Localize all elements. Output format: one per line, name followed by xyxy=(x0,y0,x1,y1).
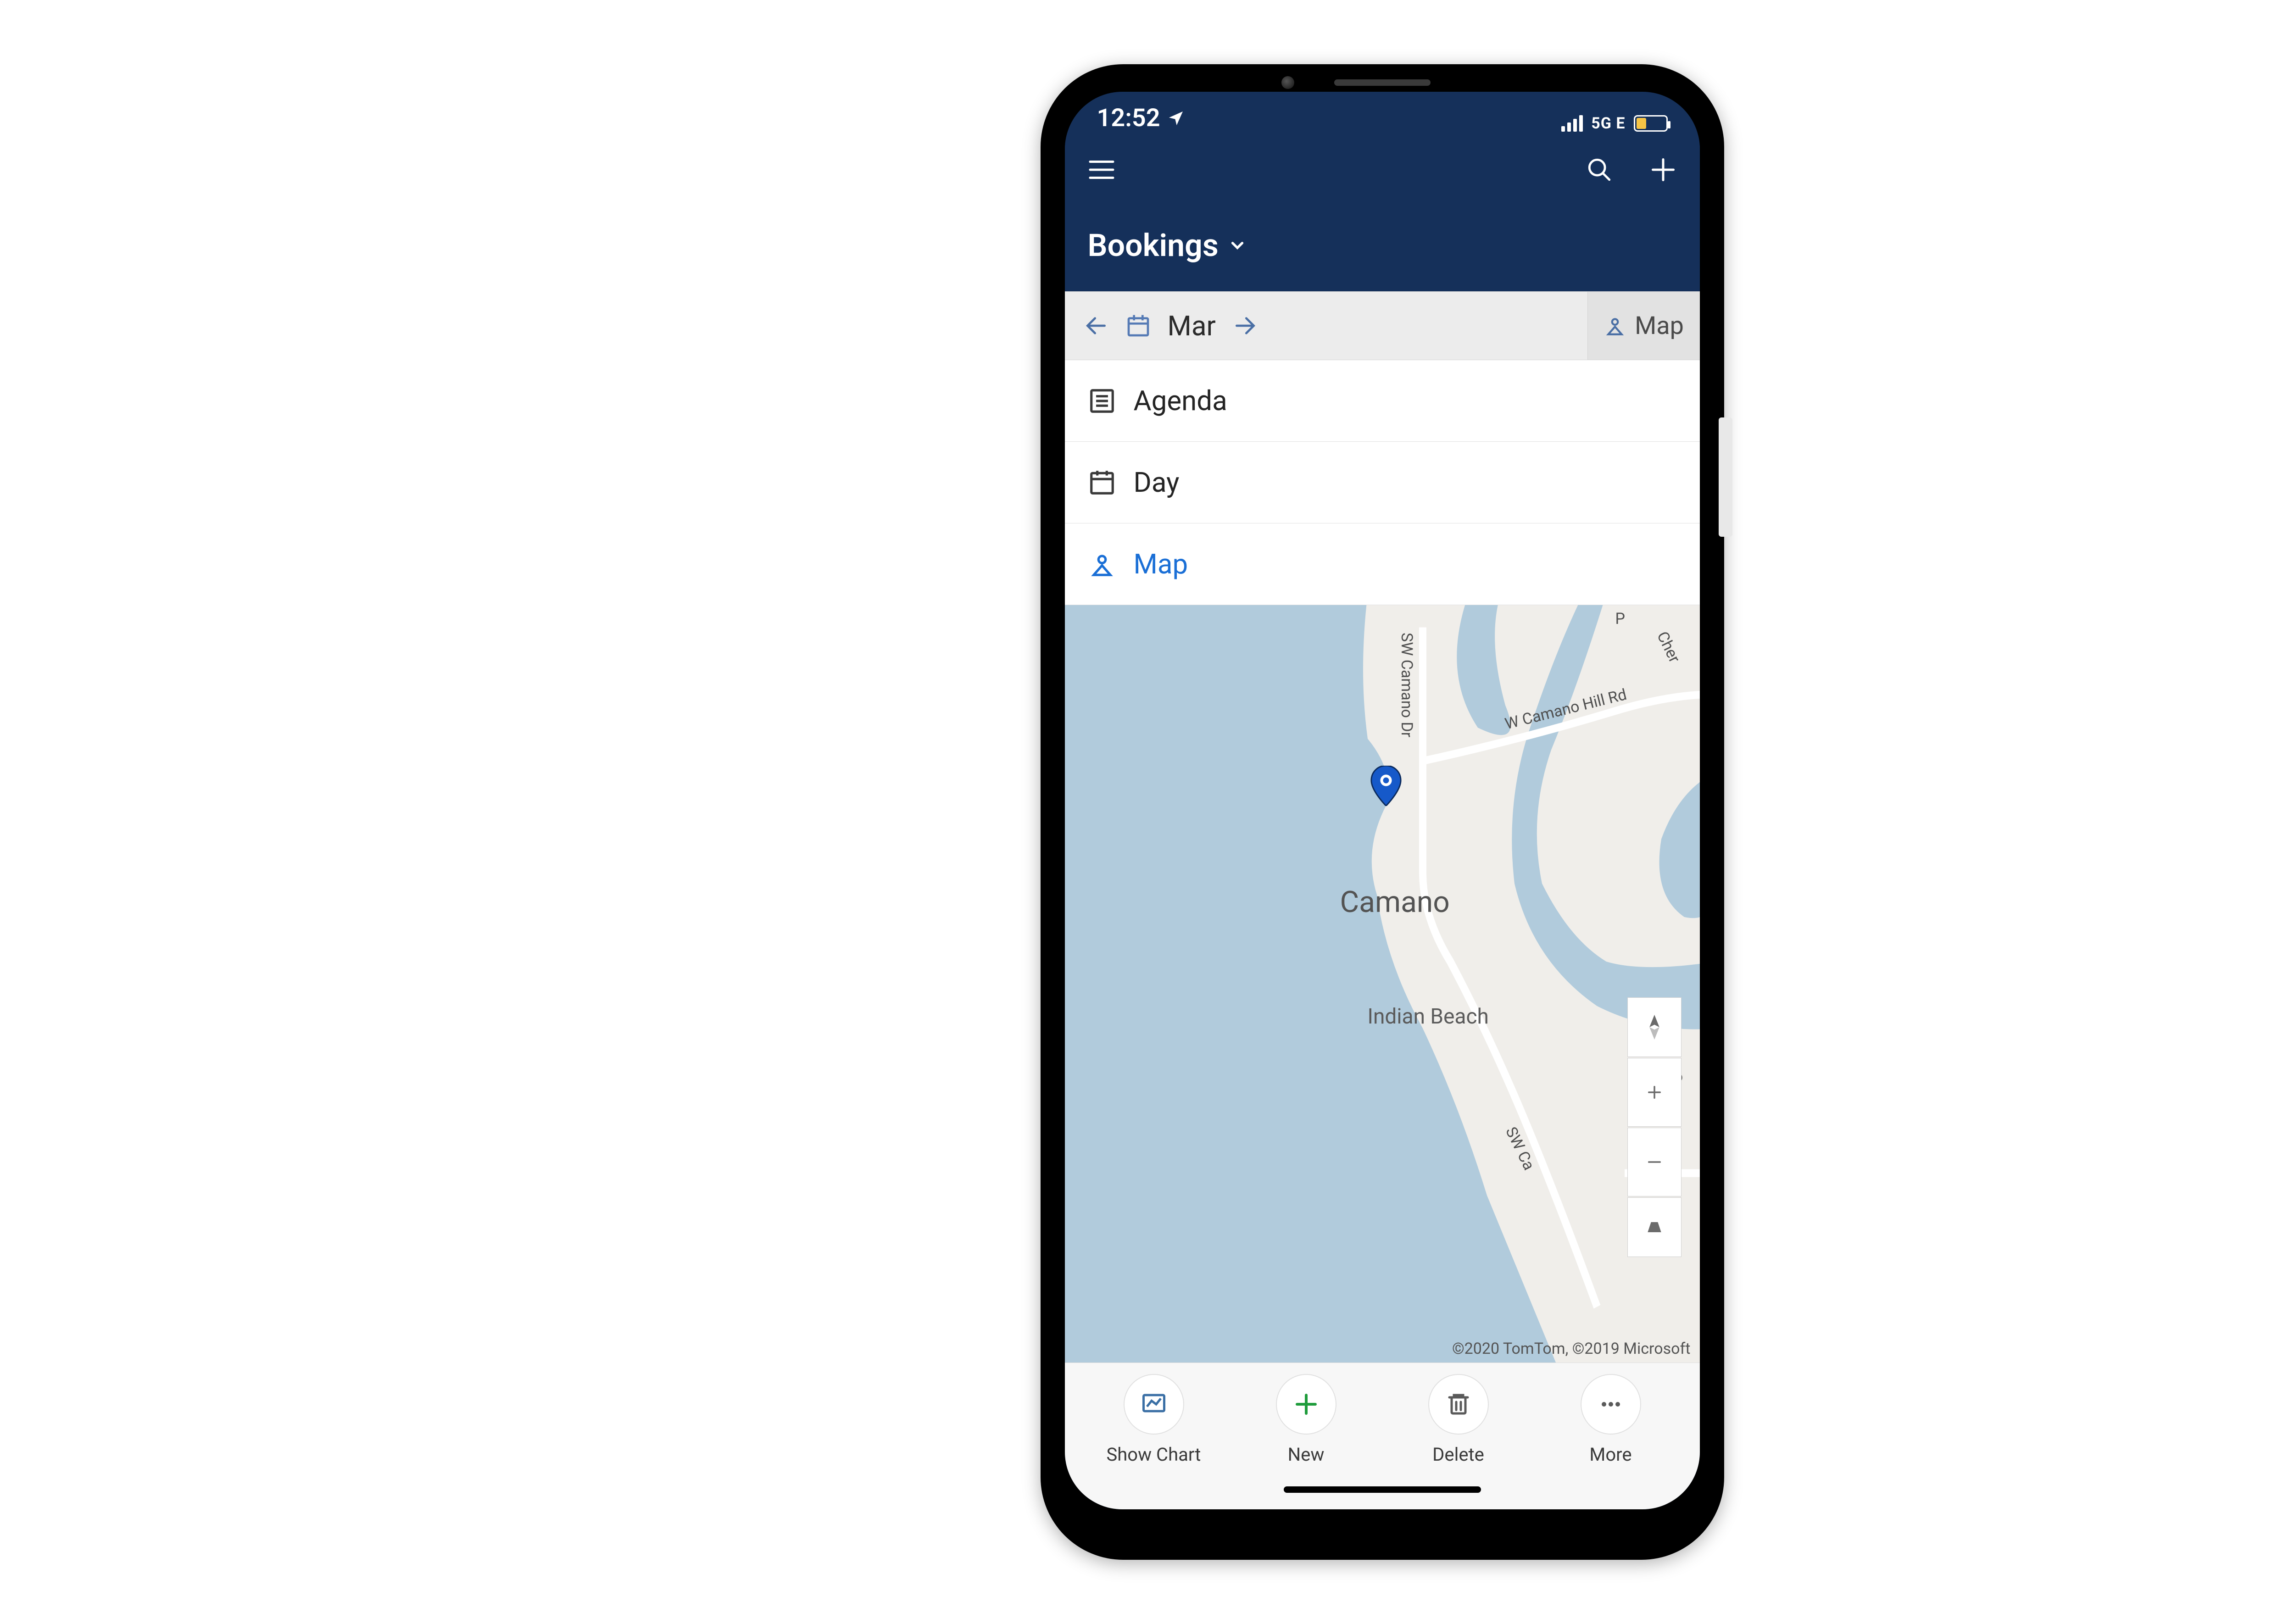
page-title: Bookings xyxy=(1088,227,1219,264)
command-label: Show Chart xyxy=(1106,1444,1201,1465)
map-attribution: ©2020 TomTom, ©2019 Microsoft xyxy=(1452,1340,1691,1358)
new-button[interactable]: New xyxy=(1233,1374,1379,1465)
view-option-label: Map xyxy=(1134,548,1188,580)
map-place-label: Camano xyxy=(1340,885,1450,919)
map-zoom-out-button[interactable] xyxy=(1627,1128,1682,1196)
map-marker[interactable] xyxy=(1370,766,1402,807)
chart-icon xyxy=(1140,1390,1168,1418)
command-label: New xyxy=(1288,1444,1325,1465)
map-place-label: Indian Beach xyxy=(1368,1004,1489,1029)
status-time: 12:52 xyxy=(1097,104,1160,133)
map-toggle-label: Map xyxy=(1635,311,1684,340)
day-icon xyxy=(1088,468,1116,497)
show-chart-button[interactable]: Show Chart xyxy=(1080,1374,1227,1465)
status-bar: 12:52 5G E xyxy=(1065,92,1700,135)
chevron-down-icon xyxy=(1228,236,1247,255)
view-option-agenda[interactable]: Agenda xyxy=(1065,360,1700,442)
map-icon xyxy=(1088,550,1116,578)
map-pin-icon xyxy=(1604,314,1626,337)
view-option-map[interactable]: Map xyxy=(1065,523,1700,605)
add-button[interactable] xyxy=(1649,156,1677,184)
map-road-label: SW Camano Dr xyxy=(1398,633,1416,737)
map-toggle-button[interactable]: Map xyxy=(1587,292,1700,360)
view-option-label: Agenda xyxy=(1134,384,1227,417)
command-label: Delete xyxy=(1432,1444,1484,1465)
map-orientation-button[interactable] xyxy=(1627,997,1682,1057)
agenda-icon xyxy=(1088,387,1116,415)
view-option-day[interactable]: Day xyxy=(1065,442,1700,523)
location-services-icon xyxy=(1167,109,1185,128)
home-indicator[interactable] xyxy=(1284,1486,1481,1493)
month-toolbar: Mar Map xyxy=(1065,291,1700,360)
more-button[interactable]: More xyxy=(1537,1374,1684,1465)
phone-power-button xyxy=(1719,417,1732,537)
view-option-label: Day xyxy=(1134,466,1180,499)
app-header: Bookings xyxy=(1065,135,1700,291)
command-label: More xyxy=(1589,1444,1631,1465)
hamburger-menu-button[interactable] xyxy=(1088,159,1115,181)
map-controls xyxy=(1627,997,1682,1257)
phone-screen: 12:52 5G E xyxy=(1065,92,1700,1509)
calendar-icon[interactable] xyxy=(1125,313,1151,339)
phone-notch xyxy=(1041,73,1724,92)
search-button[interactable] xyxy=(1586,156,1613,183)
battery-icon xyxy=(1634,115,1668,132)
prev-month-button[interactable] xyxy=(1083,313,1109,339)
phone-frame: 12:52 5G E xyxy=(1041,64,1724,1560)
network-type-label: 5G E xyxy=(1591,114,1625,133)
map-zoom-in-button[interactable] xyxy=(1627,1058,1682,1127)
plus-icon xyxy=(1292,1390,1320,1418)
trash-icon xyxy=(1445,1390,1472,1418)
cellular-signal-icon xyxy=(1561,115,1583,132)
view-options-list: Agenda Day xyxy=(1065,360,1700,605)
map-edge-letter: P xyxy=(1615,610,1625,628)
map-land xyxy=(1065,605,1700,1363)
map-tilt-button[interactable] xyxy=(1627,1197,1682,1257)
more-icon xyxy=(1597,1390,1625,1418)
next-month-button[interactable] xyxy=(1232,313,1258,339)
page-title-dropdown[interactable]: Bookings xyxy=(1088,227,1677,264)
delete-button[interactable]: Delete xyxy=(1385,1374,1531,1465)
current-month-label: Mar xyxy=(1168,310,1216,342)
map-view[interactable]: SW Camano Dr W Camano Hill Rd Cher W Mo … xyxy=(1065,605,1700,1363)
